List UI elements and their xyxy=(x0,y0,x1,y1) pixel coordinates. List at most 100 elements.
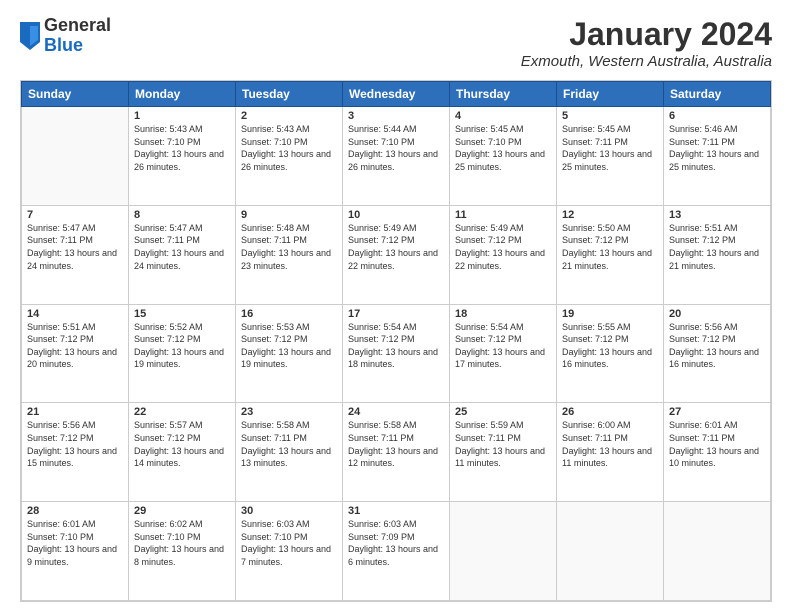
day-info: Sunrise: 5:44 AM Sunset: 7:10 PM Dayligh… xyxy=(348,123,444,173)
logo-general-text: General xyxy=(44,15,111,35)
day-info: Sunrise: 5:56 AM Sunset: 7:12 PM Dayligh… xyxy=(669,321,765,371)
day-number: 5 xyxy=(562,110,658,122)
page: General Blue January 2024 Exmouth, Weste… xyxy=(0,0,792,612)
day-number: 2 xyxy=(241,110,337,122)
day-info: Sunrise: 5:45 AM Sunset: 7:11 PM Dayligh… xyxy=(562,123,658,173)
day-number: 19 xyxy=(562,308,658,320)
col-monday: Monday xyxy=(129,82,236,107)
calendar-cell: 9Sunrise: 5:48 AM Sunset: 7:11 PM Daylig… xyxy=(236,205,343,304)
subtitle: Exmouth, Western Australia, Australia xyxy=(521,53,772,70)
calendar-cell: 21Sunrise: 5:56 AM Sunset: 7:12 PM Dayli… xyxy=(22,403,129,502)
calendar-cell: 5Sunrise: 5:45 AM Sunset: 7:11 PM Daylig… xyxy=(557,107,664,206)
day-number: 9 xyxy=(241,209,337,221)
day-info: Sunrise: 5:59 AM Sunset: 7:11 PM Dayligh… xyxy=(455,419,551,469)
day-number: 16 xyxy=(241,308,337,320)
calendar-cell: 1Sunrise: 5:43 AM Sunset: 7:10 PM Daylig… xyxy=(129,107,236,206)
day-number: 3 xyxy=(348,110,444,122)
calendar-cell: 10Sunrise: 5:49 AM Sunset: 7:12 PM Dayli… xyxy=(343,205,450,304)
calendar-cell xyxy=(557,502,664,601)
day-number: 14 xyxy=(27,308,123,320)
day-number: 27 xyxy=(669,406,765,418)
calendar-header-row: Sunday Monday Tuesday Wednesday Thursday… xyxy=(22,82,771,107)
day-info: Sunrise: 5:46 AM Sunset: 7:11 PM Dayligh… xyxy=(669,123,765,173)
calendar-cell: 15Sunrise: 5:52 AM Sunset: 7:12 PM Dayli… xyxy=(129,304,236,403)
calendar-cell: 6Sunrise: 5:46 AM Sunset: 7:11 PM Daylig… xyxy=(664,107,771,206)
day-info: Sunrise: 6:03 AM Sunset: 7:09 PM Dayligh… xyxy=(348,518,444,568)
day-info: Sunrise: 6:01 AM Sunset: 7:11 PM Dayligh… xyxy=(669,419,765,469)
logo-text: General Blue xyxy=(44,16,111,56)
day-info: Sunrise: 5:43 AM Sunset: 7:10 PM Dayligh… xyxy=(134,123,230,173)
calendar-cell: 20Sunrise: 5:56 AM Sunset: 7:12 PM Dayli… xyxy=(664,304,771,403)
calendar: Sunday Monday Tuesday Wednesday Thursday… xyxy=(20,80,772,602)
col-saturday: Saturday xyxy=(664,82,771,107)
main-title: January 2024 xyxy=(521,16,772,53)
day-info: Sunrise: 5:56 AM Sunset: 7:12 PM Dayligh… xyxy=(27,419,123,469)
day-number: 17 xyxy=(348,308,444,320)
col-wednesday: Wednesday xyxy=(343,82,450,107)
calendar-cell: 27Sunrise: 6:01 AM Sunset: 7:11 PM Dayli… xyxy=(664,403,771,502)
day-info: Sunrise: 6:02 AM Sunset: 7:10 PM Dayligh… xyxy=(134,518,230,568)
day-number: 30 xyxy=(241,505,337,517)
day-number: 22 xyxy=(134,406,230,418)
col-sunday: Sunday xyxy=(22,82,129,107)
title-section: January 2024 Exmouth, Western Australia,… xyxy=(521,16,772,70)
calendar-cell xyxy=(664,502,771,601)
day-info: Sunrise: 5:57 AM Sunset: 7:12 PM Dayligh… xyxy=(134,419,230,469)
logo-icon xyxy=(20,22,40,50)
day-info: Sunrise: 5:49 AM Sunset: 7:12 PM Dayligh… xyxy=(348,222,444,272)
day-info: Sunrise: 6:03 AM Sunset: 7:10 PM Dayligh… xyxy=(241,518,337,568)
logo: General Blue xyxy=(20,16,111,56)
day-number: 29 xyxy=(134,505,230,517)
day-info: Sunrise: 5:47 AM Sunset: 7:11 PM Dayligh… xyxy=(27,222,123,272)
day-number: 15 xyxy=(134,308,230,320)
day-info: Sunrise: 6:00 AM Sunset: 7:11 PM Dayligh… xyxy=(562,419,658,469)
day-info: Sunrise: 5:47 AM Sunset: 7:11 PM Dayligh… xyxy=(134,222,230,272)
calendar-cell: 19Sunrise: 5:55 AM Sunset: 7:12 PM Dayli… xyxy=(557,304,664,403)
header: General Blue January 2024 Exmouth, Weste… xyxy=(20,16,772,70)
logo-blue-text: Blue xyxy=(44,35,83,55)
day-number: 25 xyxy=(455,406,551,418)
day-number: 7 xyxy=(27,209,123,221)
calendar-cell xyxy=(450,502,557,601)
day-number: 13 xyxy=(669,209,765,221)
day-number: 21 xyxy=(27,406,123,418)
col-tuesday: Tuesday xyxy=(236,82,343,107)
calendar-cell: 3Sunrise: 5:44 AM Sunset: 7:10 PM Daylig… xyxy=(343,107,450,206)
col-friday: Friday xyxy=(557,82,664,107)
calendar-cell: 7Sunrise: 5:47 AM Sunset: 7:11 PM Daylig… xyxy=(22,205,129,304)
calendar-cell: 16Sunrise: 5:53 AM Sunset: 7:12 PM Dayli… xyxy=(236,304,343,403)
day-number: 26 xyxy=(562,406,658,418)
day-number: 8 xyxy=(134,209,230,221)
day-info: Sunrise: 5:51 AM Sunset: 7:12 PM Dayligh… xyxy=(27,321,123,371)
calendar-cell: 17Sunrise: 5:54 AM Sunset: 7:12 PM Dayli… xyxy=(343,304,450,403)
calendar-cell: 2Sunrise: 5:43 AM Sunset: 7:10 PM Daylig… xyxy=(236,107,343,206)
day-info: Sunrise: 5:58 AM Sunset: 7:11 PM Dayligh… xyxy=(241,419,337,469)
calendar-cell: 18Sunrise: 5:54 AM Sunset: 7:12 PM Dayli… xyxy=(450,304,557,403)
calendar-cell: 26Sunrise: 6:00 AM Sunset: 7:11 PM Dayli… xyxy=(557,403,664,502)
day-number: 11 xyxy=(455,209,551,221)
day-number: 1 xyxy=(134,110,230,122)
day-info: Sunrise: 5:51 AM Sunset: 7:12 PM Dayligh… xyxy=(669,222,765,272)
calendar-cell: 24Sunrise: 5:58 AM Sunset: 7:11 PM Dayli… xyxy=(343,403,450,502)
day-number: 12 xyxy=(562,209,658,221)
day-number: 24 xyxy=(348,406,444,418)
day-number: 4 xyxy=(455,110,551,122)
day-info: Sunrise: 5:43 AM Sunset: 7:10 PM Dayligh… xyxy=(241,123,337,173)
calendar-cell: 31Sunrise: 6:03 AM Sunset: 7:09 PM Dayli… xyxy=(343,502,450,601)
day-info: Sunrise: 5:50 AM Sunset: 7:12 PM Dayligh… xyxy=(562,222,658,272)
calendar-cell: 14Sunrise: 5:51 AM Sunset: 7:12 PM Dayli… xyxy=(22,304,129,403)
calendar-cell: 23Sunrise: 5:58 AM Sunset: 7:11 PM Dayli… xyxy=(236,403,343,502)
day-info: Sunrise: 5:54 AM Sunset: 7:12 PM Dayligh… xyxy=(455,321,551,371)
calendar-cell xyxy=(22,107,129,206)
day-number: 6 xyxy=(669,110,765,122)
calendar-cell: 28Sunrise: 6:01 AM Sunset: 7:10 PM Dayli… xyxy=(22,502,129,601)
day-info: Sunrise: 5:52 AM Sunset: 7:12 PM Dayligh… xyxy=(134,321,230,371)
calendar-cell: 11Sunrise: 5:49 AM Sunset: 7:12 PM Dayli… xyxy=(450,205,557,304)
calendar-cell: 4Sunrise: 5:45 AM Sunset: 7:10 PM Daylig… xyxy=(450,107,557,206)
day-number: 23 xyxy=(241,406,337,418)
calendar-cell: 25Sunrise: 5:59 AM Sunset: 7:11 PM Dayli… xyxy=(450,403,557,502)
calendar-cell: 12Sunrise: 5:50 AM Sunset: 7:12 PM Dayli… xyxy=(557,205,664,304)
day-info: Sunrise: 5:53 AM Sunset: 7:12 PM Dayligh… xyxy=(241,321,337,371)
day-info: Sunrise: 5:48 AM Sunset: 7:11 PM Dayligh… xyxy=(241,222,337,272)
calendar-cell: 13Sunrise: 5:51 AM Sunset: 7:12 PM Dayli… xyxy=(664,205,771,304)
